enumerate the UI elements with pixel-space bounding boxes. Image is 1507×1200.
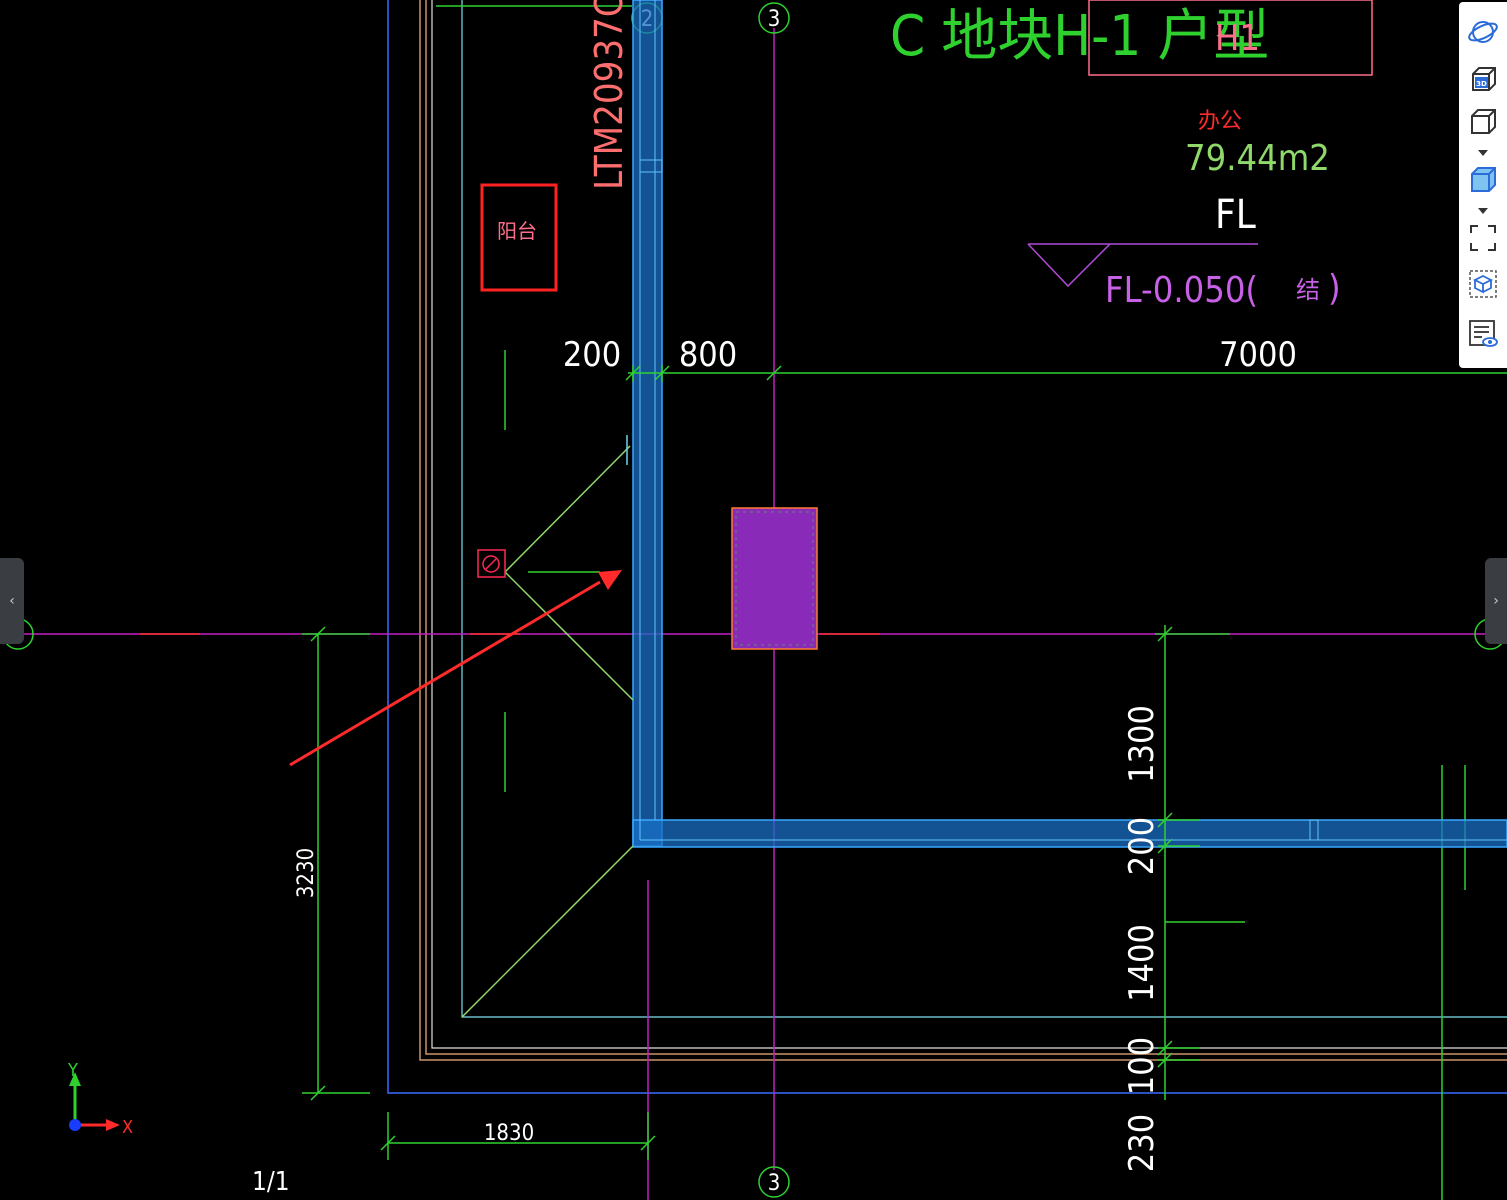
room-area: 79.44m2 [1185,138,1330,179]
dim-7000-top: 7000 [1219,335,1297,375]
svg-text:X: X [122,1117,133,1138]
cad-drawing-canvas[interactable]: 2 3 3 阳台 [0,0,1507,1200]
page-indicator: 1/1 [252,1167,290,1197]
room-name: 办公 [1198,109,1242,134]
dim-100-right: 100 [1122,1037,1162,1095]
layer-visibility-button[interactable] [1465,316,1501,352]
ucs-axis-icon: Y X [67,1060,133,1138]
chevron-down-icon[interactable] [1477,206,1489,216]
dimension-top [625,365,1507,382]
view-toolbar: 3D [1459,2,1507,368]
building-outline [387,0,1507,1094]
unit-title: C 地块H-1 户型 [890,4,1269,69]
chevron-left-icon: ‹ [9,593,15,609]
dim-800-top: 800 [679,335,737,375]
unit-code: H1 [1215,18,1260,59]
svg-text:3: 3 [768,1171,781,1196]
3d-view-button[interactable]: 3D [1465,62,1501,98]
vertical-drawing-code: LTM20937C [587,0,631,190]
axis-bubble-3-bottom: 3 [758,1166,790,1198]
svg-text:FL-0.050(: FL-0.050( [1105,270,1258,311]
wireframe-view-button[interactable] [1465,104,1501,140]
cube-wireframe-icon [1471,109,1496,134]
svg-text:3D: 3D [1476,80,1487,88]
shaded-view-button[interactable] [1465,162,1501,198]
chevron-right-icon: › [1493,593,1499,609]
3d-view-icon: 3D [1472,67,1496,91]
dim-1830-bottom: 1830 [484,1121,534,1146]
dimension-right [1155,625,1245,1100]
svg-text:Y: Y [67,1060,78,1081]
layer-visibility-icon [1469,320,1498,347]
svg-text:): ) [1328,268,1341,309]
dim-1400-right: 1400 [1122,924,1162,1002]
chevron-down-icon[interactable] [1477,148,1489,158]
level-marker: FL-0.050( 结 ) [1027,243,1341,311]
floor-drain-icon [477,549,506,578]
orbit-button[interactable] [1465,14,1501,50]
box-select-icon [1469,270,1497,298]
axis-bubble-3-top: 3 [758,2,790,34]
dim-3230-left: 3230 [294,848,319,898]
box-select-button[interactable] [1465,266,1501,302]
dim-200-right: 200 [1122,817,1162,875]
svg-text:3: 3 [768,7,781,32]
collapse-left-panel-button[interactable]: ‹ [0,558,24,644]
svg-text:结: 结 [1296,276,1320,304]
fit-view-icon [1470,225,1496,251]
slope-lines [461,350,634,1018]
dim-1300-right: 1300 [1122,705,1162,783]
orbit-icon [1468,21,1498,43]
balcony-label: 阳台 [480,183,558,292]
fit-view-button[interactable] [1465,220,1501,256]
selected-wall[interactable] [632,0,1507,848]
cube-solid-icon [1471,167,1496,192]
svg-text:阳台: 阳台 [497,219,537,243]
dim-200-top: 200 [563,335,621,375]
structural-column[interactable] [731,507,818,650]
dim-230-right: 230 [1122,1114,1162,1172]
collapse-right-panel-button[interactable]: › [1485,558,1507,644]
annotation-arrow [289,570,622,767]
floor-level-label: FL [1215,192,1256,238]
